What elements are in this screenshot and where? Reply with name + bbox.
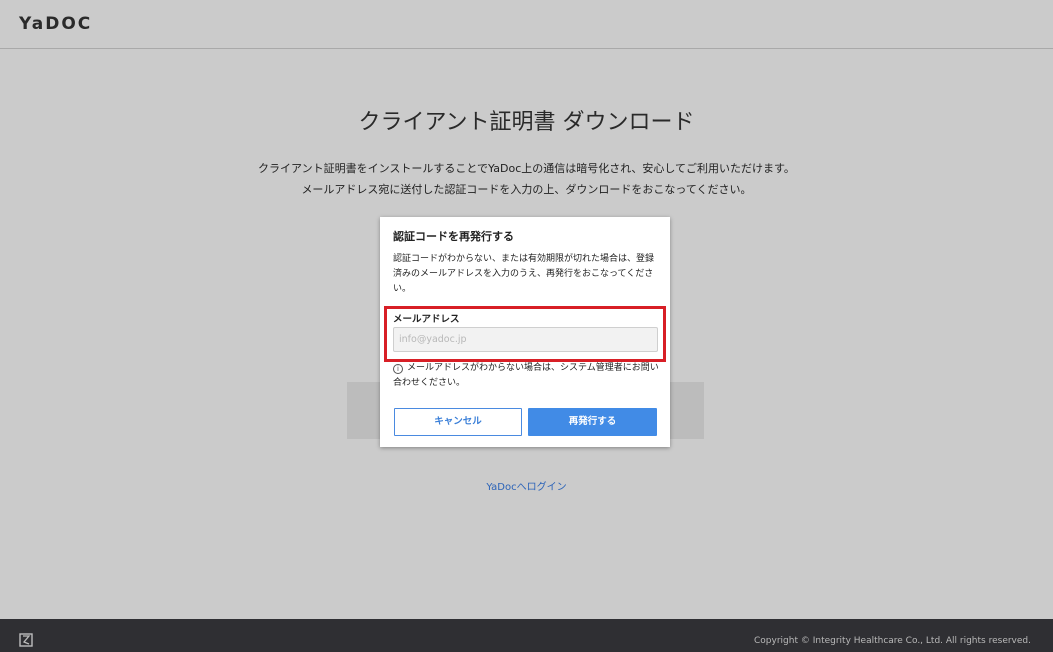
help-note: i メールアドレスがわからない場合は、システム管理者にお問い合わせください。: [393, 361, 663, 391]
reissue-button[interactable]: 再発行する: [528, 408, 657, 436]
email-label: メールアドレス: [393, 314, 460, 325]
page-title: クライアント証明書 ダウンロード: [358, 110, 695, 135]
reissue-code-dialog: 認証コードを再発行する 認証コードがわからない、または有効期限が切れた場合は、登…: [380, 217, 670, 447]
dialog-title: 認証コードを再発行する: [393, 230, 514, 243]
cancel-button[interactable]: キャンセル: [394, 408, 522, 436]
footer-logo-icon: [19, 633, 33, 647]
copyright-text: Copyright © Integrity Healthcare Co., Lt…: [754, 636, 1031, 646]
page-description-line2: メールアドレス宛に送付した認証コードを入力の上、ダウンロードをおこなってください…: [301, 183, 752, 196]
dialog-description: 認証コードがわからない、または有効期限が切れた場合は、登録済みのメールアドレスを…: [393, 254, 655, 294]
email-input[interactable]: [393, 327, 658, 352]
header-bar: YaDOC: [0, 0, 1053, 49]
yadoc-login-link[interactable]: YaDocへログイン: [0, 478, 1053, 493]
yadoc-logo[interactable]: YaDOC: [19, 14, 92, 34]
help-note-text: メールアドレスがわからない場合は、システム管理者にお問い合わせください。: [393, 363, 659, 388]
page-description-line1: クライアント証明書をインストールすることでYaDoc上の通信は暗号化され、安心し…: [258, 162, 795, 175]
info-icon: i: [393, 364, 403, 374]
